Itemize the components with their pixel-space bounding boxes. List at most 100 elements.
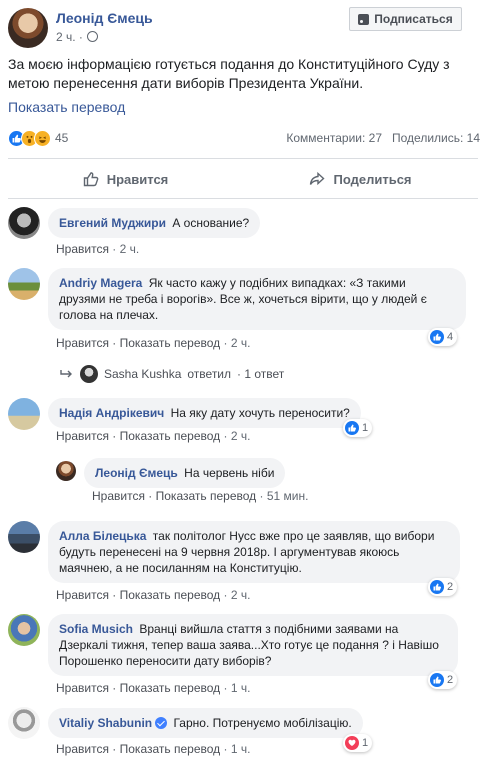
comment-like-link[interactable]: Нравится	[92, 489, 145, 503]
globe-icon	[86, 31, 98, 42]
comment-reactions[interactable]: 2	[428, 578, 458, 596]
comment-reactions[interactable]: 4	[428, 328, 458, 346]
like-reaction-icon	[430, 673, 444, 687]
comment-bubble: Леонід Ємець На червень ніби	[84, 458, 286, 488]
commenter-name[interactable]: Vitaliy Shabunin	[59, 716, 168, 730]
comment-meta: Нравится · 2 ч.	[56, 242, 139, 256]
replier-name: Sasha Kushka	[104, 367, 182, 381]
comment-text: Гарно. Потренуємо мобілізацію.	[173, 716, 352, 730]
comment-bubble: Надія Андрікевич На яку дату хочуть пере…	[48, 398, 361, 428]
commenter-avatar[interactable]	[8, 521, 40, 553]
post-author-name[interactable]: Леонід Ємець	[56, 10, 153, 26]
commenter-avatar[interactable]	[8, 707, 40, 739]
reaction-count: 45	[55, 131, 69, 145]
commenter-name-text[interactable]: Vitaliy Shabunin	[59, 716, 152, 730]
divider	[8, 198, 478, 199]
commenter-name[interactable]: Andriy Magera	[59, 276, 142, 290]
comment-translate-link[interactable]: · Показать перевод	[112, 681, 220, 695]
divider	[8, 158, 478, 159]
view-replies-link[interactable]: Sasha Kushka ответил · 1 ответ	[60, 365, 284, 383]
share-button[interactable]: Поделиться	[243, 162, 478, 196]
comment-bubble: Евгений Муджири А основание?	[48, 208, 261, 238]
like-label: Нравится	[106, 171, 169, 187]
reaction-summary[interactable]: 45	[8, 129, 68, 147]
comment-meta: Нравится · Показать перевод · 1 ч.	[56, 742, 250, 756]
commenter-avatar[interactable]	[8, 268, 40, 300]
comment-translate-link[interactable]: · Показать перевод	[112, 336, 220, 350]
show-translation-link[interactable]: Показать перевод	[8, 99, 125, 115]
comment-like-link[interactable]: Нравится	[56, 429, 109, 443]
commenter-name[interactable]: Sofia Musich	[59, 622, 133, 636]
comment-like-link[interactable]: Нравится	[56, 242, 109, 256]
reply-action: ответил	[187, 367, 232, 381]
comment-time[interactable]: · 2 ч.	[224, 336, 251, 350]
like-reaction-icon	[430, 580, 444, 594]
like-button[interactable]: Нравится	[8, 162, 243, 196]
commenter-name[interactable]: Алла Білецька	[59, 529, 146, 543]
comment-reaction-count: 1	[362, 422, 369, 434]
commenter-avatar[interactable]	[8, 614, 40, 646]
comment-reaction-count: 2	[447, 581, 454, 593]
post-actions: Нравится Поделиться	[8, 162, 478, 196]
post-text: За моєю інформацією готується подання до…	[8, 56, 450, 91]
commenter-avatar[interactable]	[8, 398, 40, 430]
comment-reaction-count: 1	[362, 737, 369, 749]
post-timestamp[interactable]: 2 ч. ·	[56, 30, 98, 44]
comment-bubble: Sofia Musich Вранці вийшла стаття з поді…	[48, 614, 458, 676]
comment-meta: Нравится · Показать перевод · 2 ч.	[56, 336, 250, 350]
comments-count[interactable]: Комментарии: 27	[286, 131, 382, 145]
rss-icon	[358, 13, 370, 25]
comment-like-link[interactable]: Нравится	[56, 588, 109, 602]
comment-bubble: Andriy Magera Як часто кажу у подібних в…	[48, 268, 466, 330]
comment-time[interactable]: · 1 ч.	[224, 681, 251, 695]
comment-translate-link[interactable]: · Показать перевод	[112, 588, 220, 602]
love-reaction-icon	[345, 736, 359, 750]
author-avatar[interactable]	[8, 8, 48, 48]
comment-translate-link[interactable]: · Показать перевод	[112, 742, 220, 756]
comment-time[interactable]: · 51 мин.	[260, 489, 309, 503]
reply-arrow-icon	[60, 370, 72, 378]
comment-meta: Нравится · Показать перевод · 1 ч.	[56, 681, 250, 695]
like-reaction-icon	[430, 330, 444, 344]
comment-time[interactable]: · 2 ч.	[224, 429, 251, 443]
commenter-avatar[interactable]	[8, 207, 40, 239]
share-label: Поделиться	[333, 171, 412, 187]
verified-badge-icon	[155, 717, 168, 729]
replier-avatar	[80, 365, 98, 383]
like-reaction-icon	[345, 421, 359, 435]
comment-text: На яку дату хочуть переносити?	[170, 406, 350, 420]
comment-reaction-count: 4	[447, 331, 454, 343]
commenter-name[interactable]: Леонід Ємець	[95, 466, 178, 480]
comment-text: На червень ніби	[184, 466, 275, 480]
comment-like-link[interactable]: Нравится	[56, 336, 109, 350]
subscribe-label: Подписаться	[374, 12, 453, 26]
comment-like-link[interactable]: Нравится	[56, 681, 109, 695]
share-arrow-icon	[310, 171, 326, 186]
comment-reactions[interactable]: 1	[343, 419, 373, 437]
commenter-name[interactable]: Надія Андрікевич	[59, 406, 164, 420]
comment-translate-link[interactable]: · Показать перевод	[112, 429, 220, 443]
comment-meta: Нравится · Показать перевод · 51 мин.	[92, 489, 308, 503]
commenter-name[interactable]: Евгений Муджири	[59, 216, 166, 230]
comment-reactions[interactable]: 2	[428, 671, 458, 689]
comment-bubble: Vitaliy Shabunin Гарно. Потренуємо мобіл…	[48, 708, 363, 738]
reply-count: · 1 ответ	[237, 367, 285, 381]
comment-time[interactable]: · 1 ч.	[224, 742, 251, 756]
post-stats: Комментарии: 27 Поделились: 14	[286, 131, 480, 145]
comment-bubble: Алла Білецька так політолог Нусс вже про…	[48, 521, 460, 583]
comment-meta: Нравится · Показать перевод · 2 ч.	[56, 429, 250, 443]
shares-count[interactable]: Поделились: 14	[392, 131, 480, 145]
haha-reaction-icon	[34, 129, 51, 147]
comment-reactions[interactable]: 1	[343, 734, 373, 752]
commenter-avatar[interactable]	[56, 461, 76, 481]
subscribe-button[interactable]: Подписаться	[349, 7, 462, 31]
comment-reaction-count: 2	[447, 674, 454, 686]
comment-like-link[interactable]: Нравится	[56, 742, 109, 756]
comment-meta: Нравится · Показать перевод · 2 ч.	[56, 588, 250, 602]
thumbs-up-icon	[83, 172, 99, 187]
post-time-text[interactable]: 2 ч. ·	[56, 30, 83, 44]
comment-time[interactable]: · 2 ч.	[224, 588, 251, 602]
comment-text: А основание?	[172, 216, 250, 230]
comment-translate-link[interactable]: · Показать перевод	[148, 489, 256, 503]
comment-time[interactable]: · 2 ч.	[112, 242, 139, 256]
